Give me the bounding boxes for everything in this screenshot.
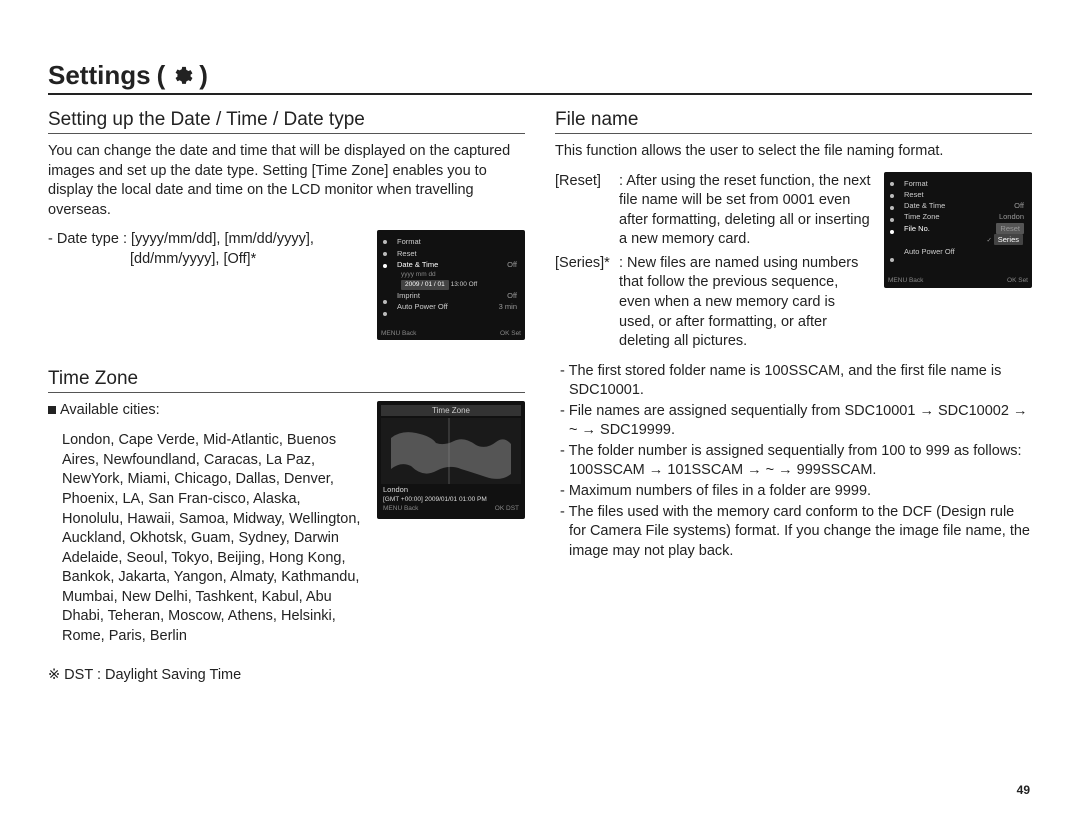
def-val: : New files are named using numbers that… xyxy=(619,254,872,352)
left-column: Setting up the Date / Time / Date type Y… xyxy=(48,105,525,696)
menu-item: Format xyxy=(397,236,518,247)
dst-note: ※ DST : Daylight Saving Time xyxy=(48,666,525,686)
world-map-icon xyxy=(381,418,521,484)
right-column: File name This function allows the user … xyxy=(555,105,1032,696)
list-item: - The first stored folder name is 100SSC… xyxy=(555,362,1032,401)
def-series: [Series]* : New files are named using nu… xyxy=(555,254,872,352)
menu-item: Auto Power Off xyxy=(904,246,1025,257)
menu-item: Time ZoneLondon xyxy=(904,211,1025,222)
tz-gmt: [GMT +00:00] 2009/01/01 01:00 PM xyxy=(381,495,521,504)
datetype-line1: - Date type : [yyyy/mm/dd], [mm/dd/yyyy]… xyxy=(48,230,365,250)
title-row: Settings ( ) xyxy=(48,60,1032,95)
menu-item-selected: Date & TimeOff xyxy=(397,259,518,270)
gear-icon xyxy=(171,65,193,87)
menu-sub: yyyy mm dd xyxy=(397,270,518,280)
menu-item: Format xyxy=(904,178,1025,189)
def-val: : After using the reset function, the ne… xyxy=(619,172,872,250)
menu-item: Reset xyxy=(904,189,1025,200)
list-item: - File names are assigned sequentially f… xyxy=(555,402,1032,441)
section-date-time: Setting up the Date / Time / Date type xyxy=(48,109,525,134)
menu-footer: MENU BackOK Set xyxy=(888,276,1028,286)
columns: Setting up the Date / Time / Date type Y… xyxy=(48,105,1032,696)
def-key: [Reset] xyxy=(555,172,613,250)
menu-opt: ✓ Series xyxy=(904,234,1025,246)
paren-close: ) xyxy=(199,60,208,91)
tz-footer: MENU BackOK DST xyxy=(381,504,521,513)
menu-item-selected: File No.Reset xyxy=(904,223,1025,234)
menu-item: Reset xyxy=(397,248,518,259)
filename-menu-screenshot: Format Reset Date & TimeOff Time ZoneLon… xyxy=(884,172,1032,288)
page: Settings ( ) Setting up the Date / Time … xyxy=(0,0,1080,815)
section-filename: File name xyxy=(555,109,1032,134)
page-number: 49 xyxy=(1017,783,1030,797)
square-bullet-icon xyxy=(48,406,56,414)
menu-item: Auto Power Off3 min xyxy=(397,301,518,312)
datetype-line2: [dd/mm/yyyy], [Off]* xyxy=(48,250,365,270)
date-menu-screenshot: Format Reset Date & TimeOff yyyy mm dd 2… xyxy=(377,230,525,340)
timezone-screenshot: Time Zone London [GMT +00:00] 2009/01/01… xyxy=(377,401,525,519)
bullet-list: - The first stored folder name is 100SSC… xyxy=(555,362,1032,562)
menu-sub: 2009 / 01 / 01 13:00 Off xyxy=(397,280,518,290)
filename-intro: This function allows the user to select … xyxy=(555,142,1032,162)
datetype-text: - Date type : [yyyy/mm/dd], [mm/dd/yyyy]… xyxy=(48,230,365,340)
menu-item: ImprintOff xyxy=(397,290,518,301)
filename-row: [Reset] : After using the reset function… xyxy=(555,172,1032,356)
list-item: - The folder number is assigned sequenti… xyxy=(555,442,1032,481)
date-time-para: You can change the date and time that wi… xyxy=(48,142,525,220)
avail-label: Available cities: xyxy=(48,401,365,421)
tz-city: London xyxy=(381,484,521,495)
menu-footer: MENU BackOK Set xyxy=(381,329,521,339)
menu-item: Date & TimeOff xyxy=(904,200,1025,211)
timezone-section: Time Zone Available cities: Time Zone Lo… xyxy=(48,368,525,686)
def-key: [Series]* xyxy=(555,254,613,352)
page-title: Settings xyxy=(48,60,151,91)
def-reset: [Reset] : After using the reset function… xyxy=(555,172,872,250)
paren-open: ( xyxy=(157,60,166,91)
tz-header: Time Zone xyxy=(381,405,521,416)
filename-defs: [Reset] : After using the reset function… xyxy=(555,172,872,356)
datetype-row: - Date type : [yyyy/mm/dd], [mm/dd/yyyy]… xyxy=(48,230,525,340)
list-item: - The files used with the memory card co… xyxy=(555,503,1032,562)
section-timezone: Time Zone xyxy=(48,368,525,393)
list-item: - Maximum numbers of files in a folder a… xyxy=(555,482,1032,502)
